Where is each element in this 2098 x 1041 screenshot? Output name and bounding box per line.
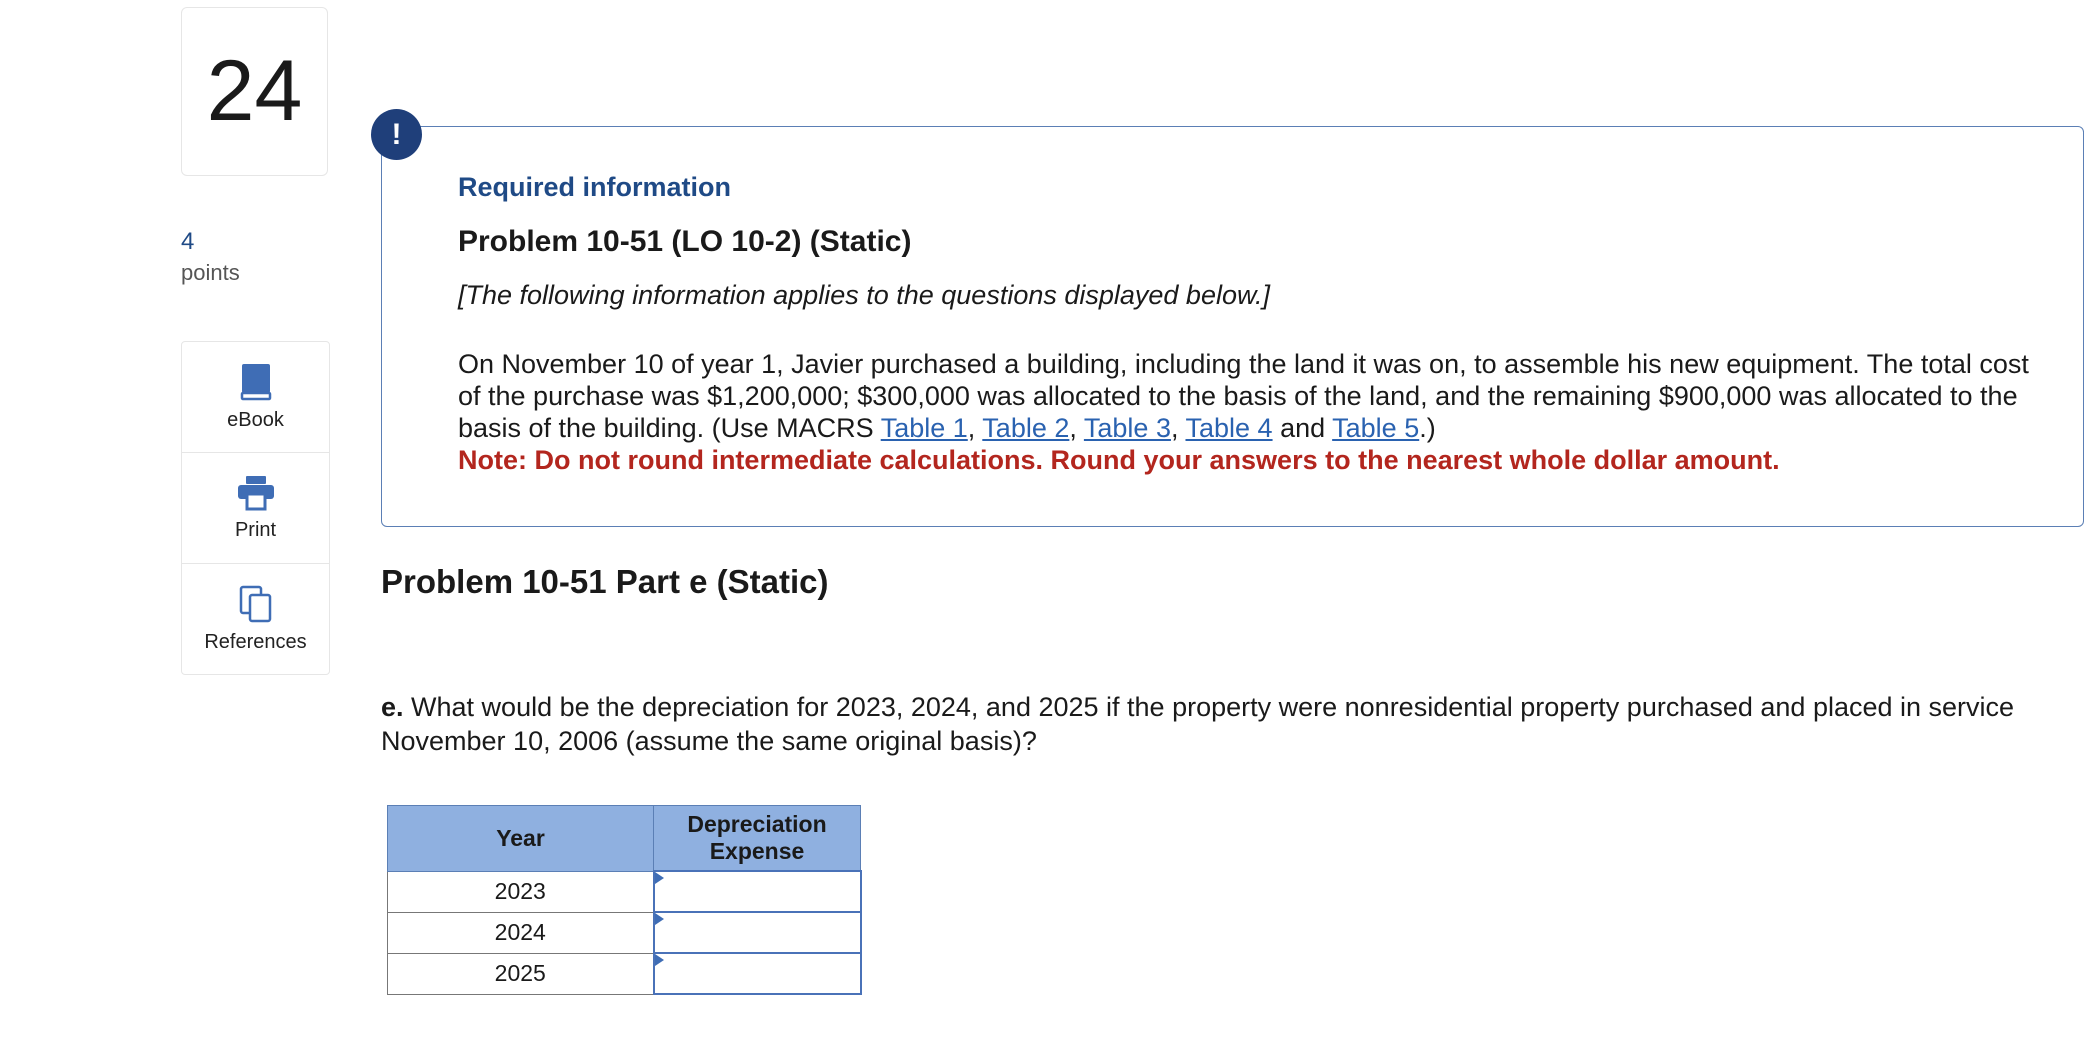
print-button[interactable]: Print [182,453,329,564]
references-label: References [204,630,307,653]
problem-title: Problem 10-51 (LO 10-2) (Static) [458,225,912,258]
year-column-header: Year [387,805,654,872]
part-title: Problem 10-51 Part e (Static) [381,563,829,600]
depreciation-table: Year Depreciation Expense 2023 2024 2025 [387,805,862,995]
book-icon [239,363,273,401]
year-cell: 2023 [387,870,654,913]
tool-panel: eBook Print References [181,341,330,675]
problem-note: [The following information applies to th… [458,280,1270,310]
problem-body: On November 10 of year 1, Javier purchas… [458,348,2048,476]
depreciation-input-2023[interactable] [654,873,860,910]
ebook-label: eBook [227,408,284,431]
table-row: 2024 [387,911,862,954]
table-3-link[interactable]: Table 3 [1084,413,1171,443]
table-row: 2023 [387,870,862,913]
question-number: 24 [181,7,328,176]
body-suffix: .) [1419,413,1436,443]
references-button[interactable]: References [182,564,329,674]
separator: , [1170,413,1186,443]
depreciation-cell [652,911,862,954]
question-text: e. What would be the depreciation for 20… [381,690,2061,758]
table-row: 2025 [387,952,862,995]
copy-icon [239,585,273,623]
print-label: Print [234,518,277,541]
table-5-link[interactable]: Table 5 [1332,413,1419,443]
separator: , [1069,413,1084,443]
separator: , [967,413,983,443]
printer-icon [237,475,275,511]
depreciation-column-header: Depreciation Expense [653,805,861,872]
input-flag-icon [654,913,664,925]
points-block: 4 points [181,226,240,288]
separator: and [1272,413,1333,443]
table-1-link[interactable]: Table 1 [881,413,968,443]
table-2-link[interactable]: Table 2 [982,413,1069,443]
required-info-heading: Required information [458,172,732,202]
year-cell: 2024 [387,911,654,954]
table-4-link[interactable]: Table 4 [1185,413,1272,443]
ebook-button[interactable]: eBook [182,342,329,453]
input-flag-icon [654,872,664,884]
depreciation-input-2025[interactable] [654,955,860,992]
question-body: What would be the depreciation for 2023,… [381,692,2015,756]
question-label: e. [381,692,404,722]
depreciation-input-2024[interactable] [654,914,860,951]
depreciation-cell [652,952,862,995]
input-flag-icon [654,954,664,966]
depreciation-cell [652,870,862,913]
points-label: points [181,260,240,285]
year-cell: 2025 [387,952,654,995]
alert-icon: ! [371,109,422,160]
question-page: 24 4 points eBook Print References ! Req… [0,0,2098,1041]
points-value: 4 [181,228,195,255]
rounding-warning: Note: Do not round intermediate calculat… [458,445,1780,475]
